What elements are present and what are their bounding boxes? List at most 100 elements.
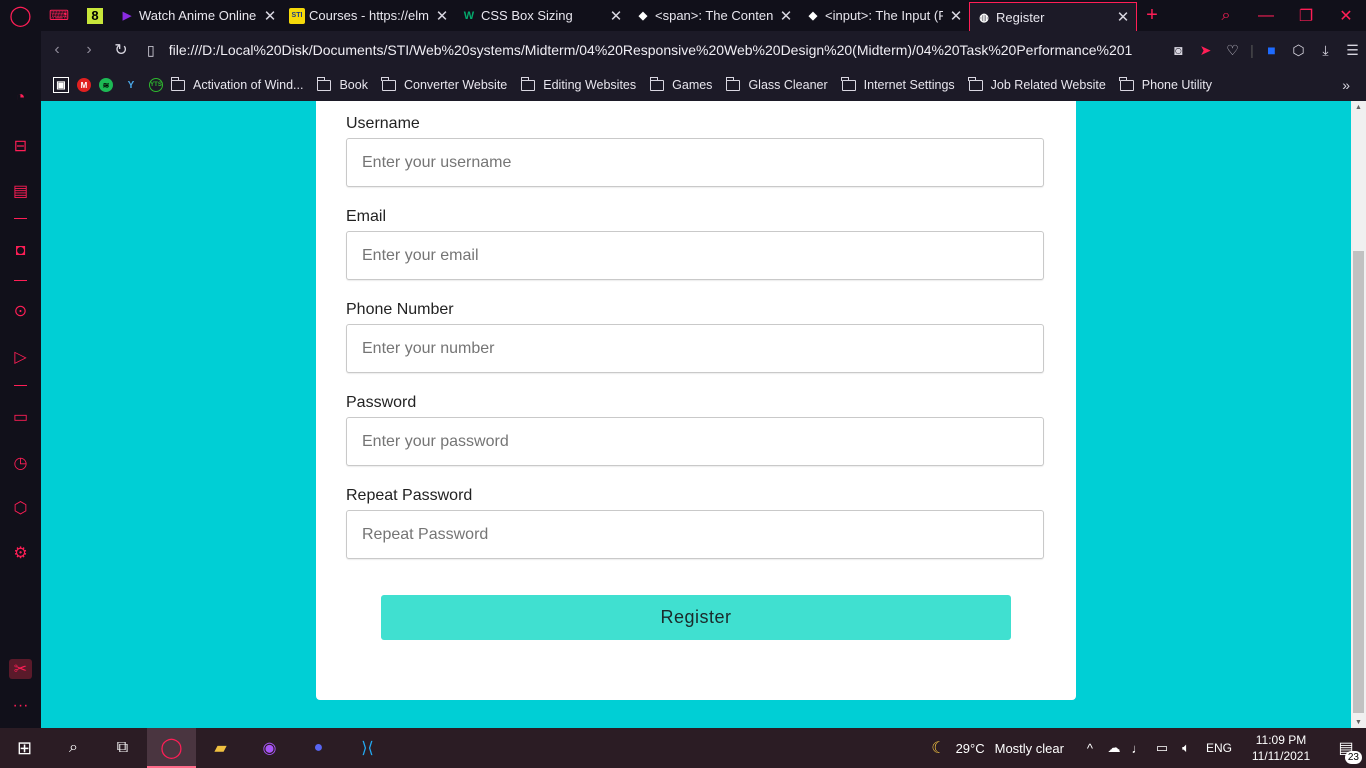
close-icon[interactable]: ✕ xyxy=(609,7,623,25)
more-icon[interactable]: ··· xyxy=(0,697,41,715)
opera-gx-taskbar-icon[interactable]: ◯ xyxy=(147,728,196,768)
tab-css-box-sizing[interactable]: W CSS Box Sizing ✕ xyxy=(455,0,629,31)
close-icon[interactable]: ✕ xyxy=(779,7,793,25)
tab-title: <span>: The Content S xyxy=(655,8,773,23)
language-indicator[interactable]: ENG xyxy=(1206,741,1232,755)
bookmark-folder[interactable]: Phone Utility xyxy=(1119,76,1212,92)
bookmark-m-icon[interactable]: M xyxy=(77,78,91,92)
phone-input[interactable] xyxy=(346,324,1044,373)
vertical-scrollbar[interactable]: ▲ ▼ xyxy=(1351,101,1366,728)
twitch-icon[interactable]: ▤ xyxy=(0,181,41,201)
bookmark-folder[interactable]: Converter Website xyxy=(381,76,507,92)
bookmark-folder[interactable]: Internet Settings xyxy=(841,76,955,92)
network-icon[interactable]: ▭ xyxy=(1150,740,1174,756)
messenger-icon[interactable]: ◉ xyxy=(245,728,294,768)
tab-anime[interactable]: ▶ Watch Anime Online, V ✕ xyxy=(113,0,283,31)
forward-icon[interactable]: › xyxy=(73,41,105,59)
email-input[interactable] xyxy=(346,231,1044,280)
file-explorer-icon[interactable]: ▰ xyxy=(196,728,245,768)
microphone-icon[interactable]: ♩ xyxy=(1126,741,1150,756)
bookmark-ya-icon[interactable]: Y xyxy=(121,77,141,93)
notification-center-icon[interactable]: ▤ 23 xyxy=(1326,738,1366,764)
windows-start-icon[interactable]: ⊞ xyxy=(0,728,49,768)
player-icon[interactable]: ⊙ xyxy=(0,301,41,321)
back-icon[interactable]: ‹ xyxy=(41,41,73,59)
spotify-icon[interactable]: ≋ xyxy=(99,78,113,92)
vscode-icon[interactable]: ⟩⟨ xyxy=(343,728,392,768)
close-icon[interactable]: ✕ xyxy=(263,7,277,25)
repeat-password-label: Repeat Password xyxy=(346,487,473,504)
scroll-up-icon[interactable]: ▲ xyxy=(1351,104,1366,111)
register-button[interactable]: Register xyxy=(381,595,1011,640)
reload-icon[interactable]: ↻ xyxy=(105,40,137,60)
tab-title: CSS Box Sizing xyxy=(481,8,573,23)
url-field[interactable]: file:///D:/Local%20Disk/Documents/STI/We… xyxy=(169,42,1165,58)
menu-icon[interactable]: ☰ xyxy=(1339,42,1366,59)
chevron-up-icon[interactable]: ^ xyxy=(1078,741,1102,756)
history-icon[interactable]: ◷ xyxy=(0,453,41,473)
cloud-icon[interactable]: ☁ xyxy=(1102,740,1126,756)
speed-dial-icon[interactable]: ◔ xyxy=(0,89,41,107)
cube-icon[interactable]: ⬡ xyxy=(1285,42,1312,59)
discord-taskbar-icon[interactable]: ● xyxy=(294,728,343,768)
w3schools-icon: W xyxy=(463,9,475,22)
scroll-down-icon[interactable]: ▼ xyxy=(1351,719,1366,726)
settings-icon[interactable]: ⚙ xyxy=(0,543,41,563)
close-icon[interactable]: ✕ xyxy=(949,7,963,25)
search-icon[interactable]: ⌕ xyxy=(49,728,98,768)
new-tab-button[interactable]: + xyxy=(1137,4,1167,27)
bookmark-folder[interactable]: Job Related Website xyxy=(968,76,1106,92)
screen-icon[interactable]: ▭ xyxy=(0,407,41,427)
heart-icon[interactable]: ♡ xyxy=(1219,42,1246,59)
pinned-tab-8[interactable]: 8 xyxy=(77,0,113,31)
weather-widget[interactable]: ☾ 29°C Mostly clear xyxy=(931,738,1064,758)
bookmark-folder[interactable]: Glass Cleaner xyxy=(725,76,828,92)
close-window-icon[interactable]: ✕ xyxy=(1326,6,1366,26)
search-tabs-icon[interactable]: ⌕ xyxy=(1206,7,1246,25)
close-icon[interactable]: ✕ xyxy=(1116,8,1130,26)
password-input[interactable] xyxy=(346,417,1044,466)
tab-courses[interactable]: STI Courses - https://elms ✕ xyxy=(283,0,455,31)
camera-icon[interactable]: ◙ xyxy=(1165,42,1192,58)
bookmark-folder[interactable]: Games xyxy=(649,76,712,92)
bag-icon[interactable]: ⊟ xyxy=(0,136,41,156)
moon-icon: ☾ xyxy=(931,740,946,757)
repeat-password-input[interactable] xyxy=(346,510,1044,559)
close-icon[interactable]: ✕ xyxy=(435,7,449,25)
username-input[interactable] xyxy=(346,138,1044,187)
tab-input-mdn[interactable]: ◆ <input>: The Input (Fo ✕ xyxy=(799,0,969,31)
bookmark-app-icon[interactable]: ▣ xyxy=(53,77,69,93)
notification-count-badge: 23 xyxy=(1344,751,1362,764)
discord-icon[interactable]: ◘ xyxy=(0,242,41,260)
minimize-icon[interactable]: — xyxy=(1246,7,1286,25)
separator: | xyxy=(1250,42,1254,58)
bookmark-folder[interactable]: Book xyxy=(316,76,368,92)
bookmarks-overflow-icon[interactable]: » xyxy=(1342,77,1350,93)
scrollbar-thumb[interactable] xyxy=(1353,251,1364,713)
bookmark-yts-icon[interactable]: YTS xyxy=(149,78,163,92)
window-controls: ⌕ — ❐ ✕ xyxy=(1206,6,1366,26)
send-icon[interactable]: ➤ xyxy=(1192,42,1219,59)
folder-icon xyxy=(968,76,983,91)
bookmark-folder[interactable]: Editing Websites xyxy=(520,76,636,92)
volume-icon[interactable]: 🔈︎ xyxy=(1174,740,1198,756)
task-view-icon[interactable]: ⧉ xyxy=(98,728,147,768)
gx-corner-icon[interactable]: ⌨ xyxy=(41,0,77,31)
tab-span-mdn[interactable]: ◆ <span>: The Content S ✕ xyxy=(629,0,799,31)
temperature-text: 29°C xyxy=(955,740,985,756)
bookmark-folder[interactable]: Activation of Wind... xyxy=(170,76,303,92)
download-icon[interactable]: ⤓ xyxy=(1312,42,1339,59)
email-label: Email xyxy=(346,208,387,225)
extensions-icon[interactable]: ⬡ xyxy=(0,498,41,518)
clock[interactable]: 11:09 PM 11/11/2021 xyxy=(1246,732,1316,764)
tab-strip: ◯ ⌨ 8 ▶ Watch Anime Online, V ✕ STI Cour… xyxy=(0,0,1366,31)
folder-icon xyxy=(316,76,332,91)
play-icon: ▶ xyxy=(122,10,132,22)
send-icon[interactable]: ▷ xyxy=(0,347,41,367)
gx-control-icon[interactable]: ✂ xyxy=(9,659,32,679)
opera-gx-logo-icon[interactable]: ◯ xyxy=(0,0,41,31)
extension-icon[interactable]: ■ xyxy=(1258,42,1285,58)
restore-icon[interactable]: ❐ xyxy=(1286,6,1326,26)
tab-register[interactable]: ◍ Register ✕ xyxy=(969,2,1137,31)
folder-icon xyxy=(841,76,856,91)
